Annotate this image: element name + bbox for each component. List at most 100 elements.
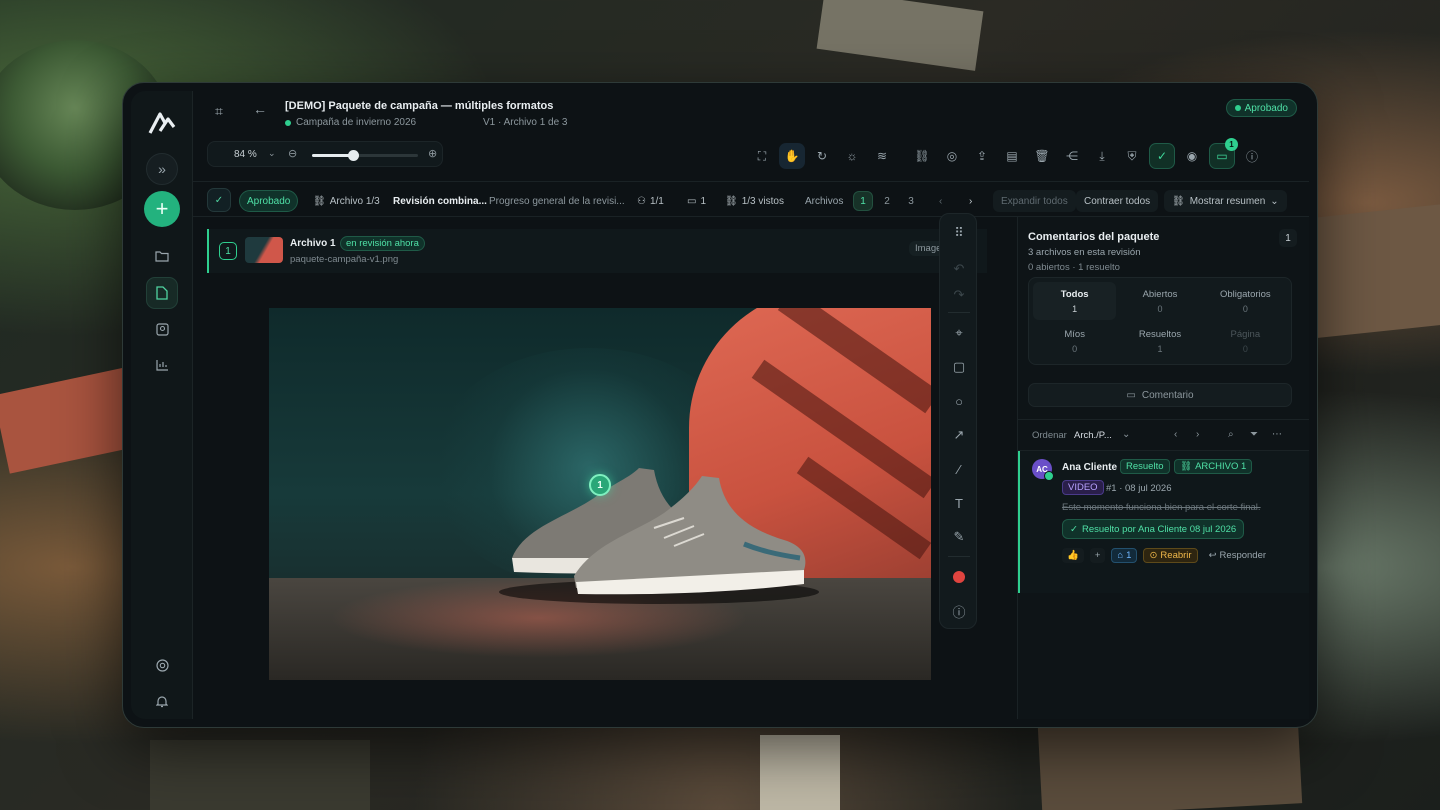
drag-handle-icon[interactable]: ⠿ [940,220,978,246]
zoom-out-icon[interactable]: ⊖ [288,147,297,160]
like-icon[interactable]: 👍 [1062,547,1084,563]
fit-screen-icon[interactable]: ⛶ [749,143,775,169]
comment-author: Ana Cliente [1062,462,1118,473]
tag-count-chip[interactable]: ⌂ 1 [1111,547,1138,563]
approve-check-icon[interactable]: ✓ [1149,143,1175,169]
export-file-icon[interactable]: ▤ [999,143,1025,169]
reply-button[interactable]: ↩ Responder [1204,548,1271,563]
add-comment-button[interactable]: ▭ Comentario [1028,383,1292,407]
filter-icon[interactable]: ⏷ [1250,429,1258,440]
file-page-button[interactable]: 3 [901,191,921,211]
campaign-label[interactable]: Campaña de invierno 2026 [285,117,416,128]
sneakers-image [512,468,806,595]
collapse-all-button[interactable]: Contraer todos [1076,190,1159,212]
pin-tool-icon[interactable]: ⌖ [940,320,978,346]
help-icon[interactable] [146,649,178,681]
link-icon[interactable]: ⛓ [909,143,935,169]
expand-sidebar-icon[interactable]: » [146,153,178,185]
share-icon[interactable]: ⋲ [1059,143,1085,169]
comments-count[interactable]: ▭ 1 [687,190,706,212]
arrow-tool-icon[interactable]: ↗ [940,422,978,448]
add-reaction-icon[interactable]: + [1089,547,1106,563]
info-icon[interactable]: ⓘ [940,598,978,624]
review-progress: Progreso general de la revisi... [489,195,625,207]
zoom-slider-handle[interactable] [348,150,359,161]
add-button[interactable]: + [144,191,180,227]
link-icon: ⛓ [1180,461,1193,472]
review-image-canvas[interactable]: 1 [269,308,931,680]
trash-icon[interactable]: 🗑 [1029,143,1055,169]
files-icon[interactable] [146,277,178,309]
divider [948,556,970,557]
shield-icon[interactable]: ⛨ [1119,143,1145,169]
rectangle-tool-icon[interactable]: ▢ [940,354,978,380]
status-dot-icon [285,119,291,126]
refresh-icon[interactable]: ↻ [809,143,835,169]
chevron-down-icon[interactable]: ⌄ [268,148,276,159]
tag-count-text: 1 [1126,549,1132,561]
file-thumbnail [245,237,283,263]
more-icon[interactable]: ⋯ [1272,429,1282,440]
brightness-icon[interactable]: ☼ [839,143,865,169]
focus-icon[interactable]: ⌗ [215,103,223,120]
bell-icon[interactable] [146,685,178,717]
show-summary-button[interactable]: ⛓ Mostrar resumen ⌄ [1164,190,1287,212]
download-icon[interactable]: ⤓ [1089,143,1115,169]
filter-count: 0 [1242,303,1248,314]
analytics-icon[interactable] [146,349,178,381]
page-title: [DEMO] Paquete de campaña — múltiples fo… [285,100,554,112]
file-row[interactable]: 1 Archivo 1 en revisión ahora paquete-ca… [207,229,987,273]
review-status-chip[interactable]: Aprobado [239,190,299,212]
approve-circle-icon[interactable]: ✓ [207,188,231,212]
prev-arrow-icon[interactable]: ‹ [939,190,942,212]
campaign-name: Campaña de invierno 2026 [296,117,417,128]
zoom-control: 84 % ⌄ ⊖ ⊕ [207,141,443,167]
approvers-count[interactable]: ⚇ 1/1 [637,190,664,212]
upload-icon[interactable]: ⇪ [969,143,995,169]
next-arrow-icon[interactable]: › [969,190,972,212]
next-arrow-icon[interactable]: › [1196,429,1199,440]
hand-tool-icon[interactable]: ✋ [779,143,805,169]
filter-required[interactable]: Obligatorios 0 [1204,282,1287,320]
annotation-pin[interactable]: 1 [589,474,611,496]
line-tool-icon[interactable]: ∕ [940,456,978,482]
layers-icon[interactable]: ≋ [869,143,895,169]
filter-open[interactable]: Abiertos 0 [1118,282,1201,320]
info-icon[interactable]: ⓘ [1239,143,1265,169]
filter-mine[interactable]: Míos 0 [1033,322,1116,360]
comments-toggle-icon[interactable]: ▭ 1 [1209,138,1238,169]
filter-page[interactable]: Página 0 [1204,322,1287,360]
zoom-in-icon[interactable]: ⊕ [428,147,437,160]
chevron-down-icon[interactable]: ⌄ [1122,429,1130,440]
circle-tool-icon[interactable]: ○ [940,388,978,414]
viewed-count[interactable]: ⛓ 1/3 vistos [725,190,784,212]
expand-all-button[interactable]: Expandir todos [993,190,1076,212]
folder-icon[interactable] [146,240,178,272]
redo-icon[interactable]: ↷ [940,282,978,308]
file-counter[interactable]: ⛓ Archivo 1/3 [313,190,380,212]
link-icon: ⛓ [313,195,326,207]
approval-status-badge: Aprobado [1225,99,1297,117]
comment-icon: ▭ [1126,389,1136,401]
reopen-button[interactable]: ⊙ Reabrir [1143,547,1198,563]
filter-resolved[interactable]: Resueltos 1 [1118,322,1201,360]
explore-icon[interactable]: ◉ [1179,143,1205,169]
comment-card[interactable]: AC Ana Cliente Resuelto ⛓ ARCHIVO 1 VIDE… [1018,451,1309,593]
file-tag[interactable]: ⛓ ARCHIVO 1 [1174,459,1253,474]
color-picker-icon[interactable] [940,564,978,590]
undo-icon[interactable]: ↶ [940,256,978,282]
app-logo-icon[interactable] [148,111,176,135]
search-icon[interactable]: ⌕ [1228,429,1234,440]
file-page-button[interactable]: 1 [853,191,873,211]
back-arrow-icon[interactable]: ← [253,101,267,117]
prev-arrow-icon[interactable]: ‹ [1174,429,1177,440]
compass-icon[interactable]: ◎ [939,143,965,169]
file-page-button[interactable]: 2 [877,191,897,211]
contacts-icon[interactable] [146,313,178,345]
zoom-value[interactable]: 84 % [234,149,257,160]
sort-select[interactable]: Arch./P... [1074,430,1112,441]
text-tool-icon[interactable]: T [940,490,978,516]
zoom-slider[interactable] [312,150,418,161]
pen-tool-icon[interactable]: ✎ [940,524,978,550]
filter-all[interactable]: Todos 1 [1033,282,1117,320]
